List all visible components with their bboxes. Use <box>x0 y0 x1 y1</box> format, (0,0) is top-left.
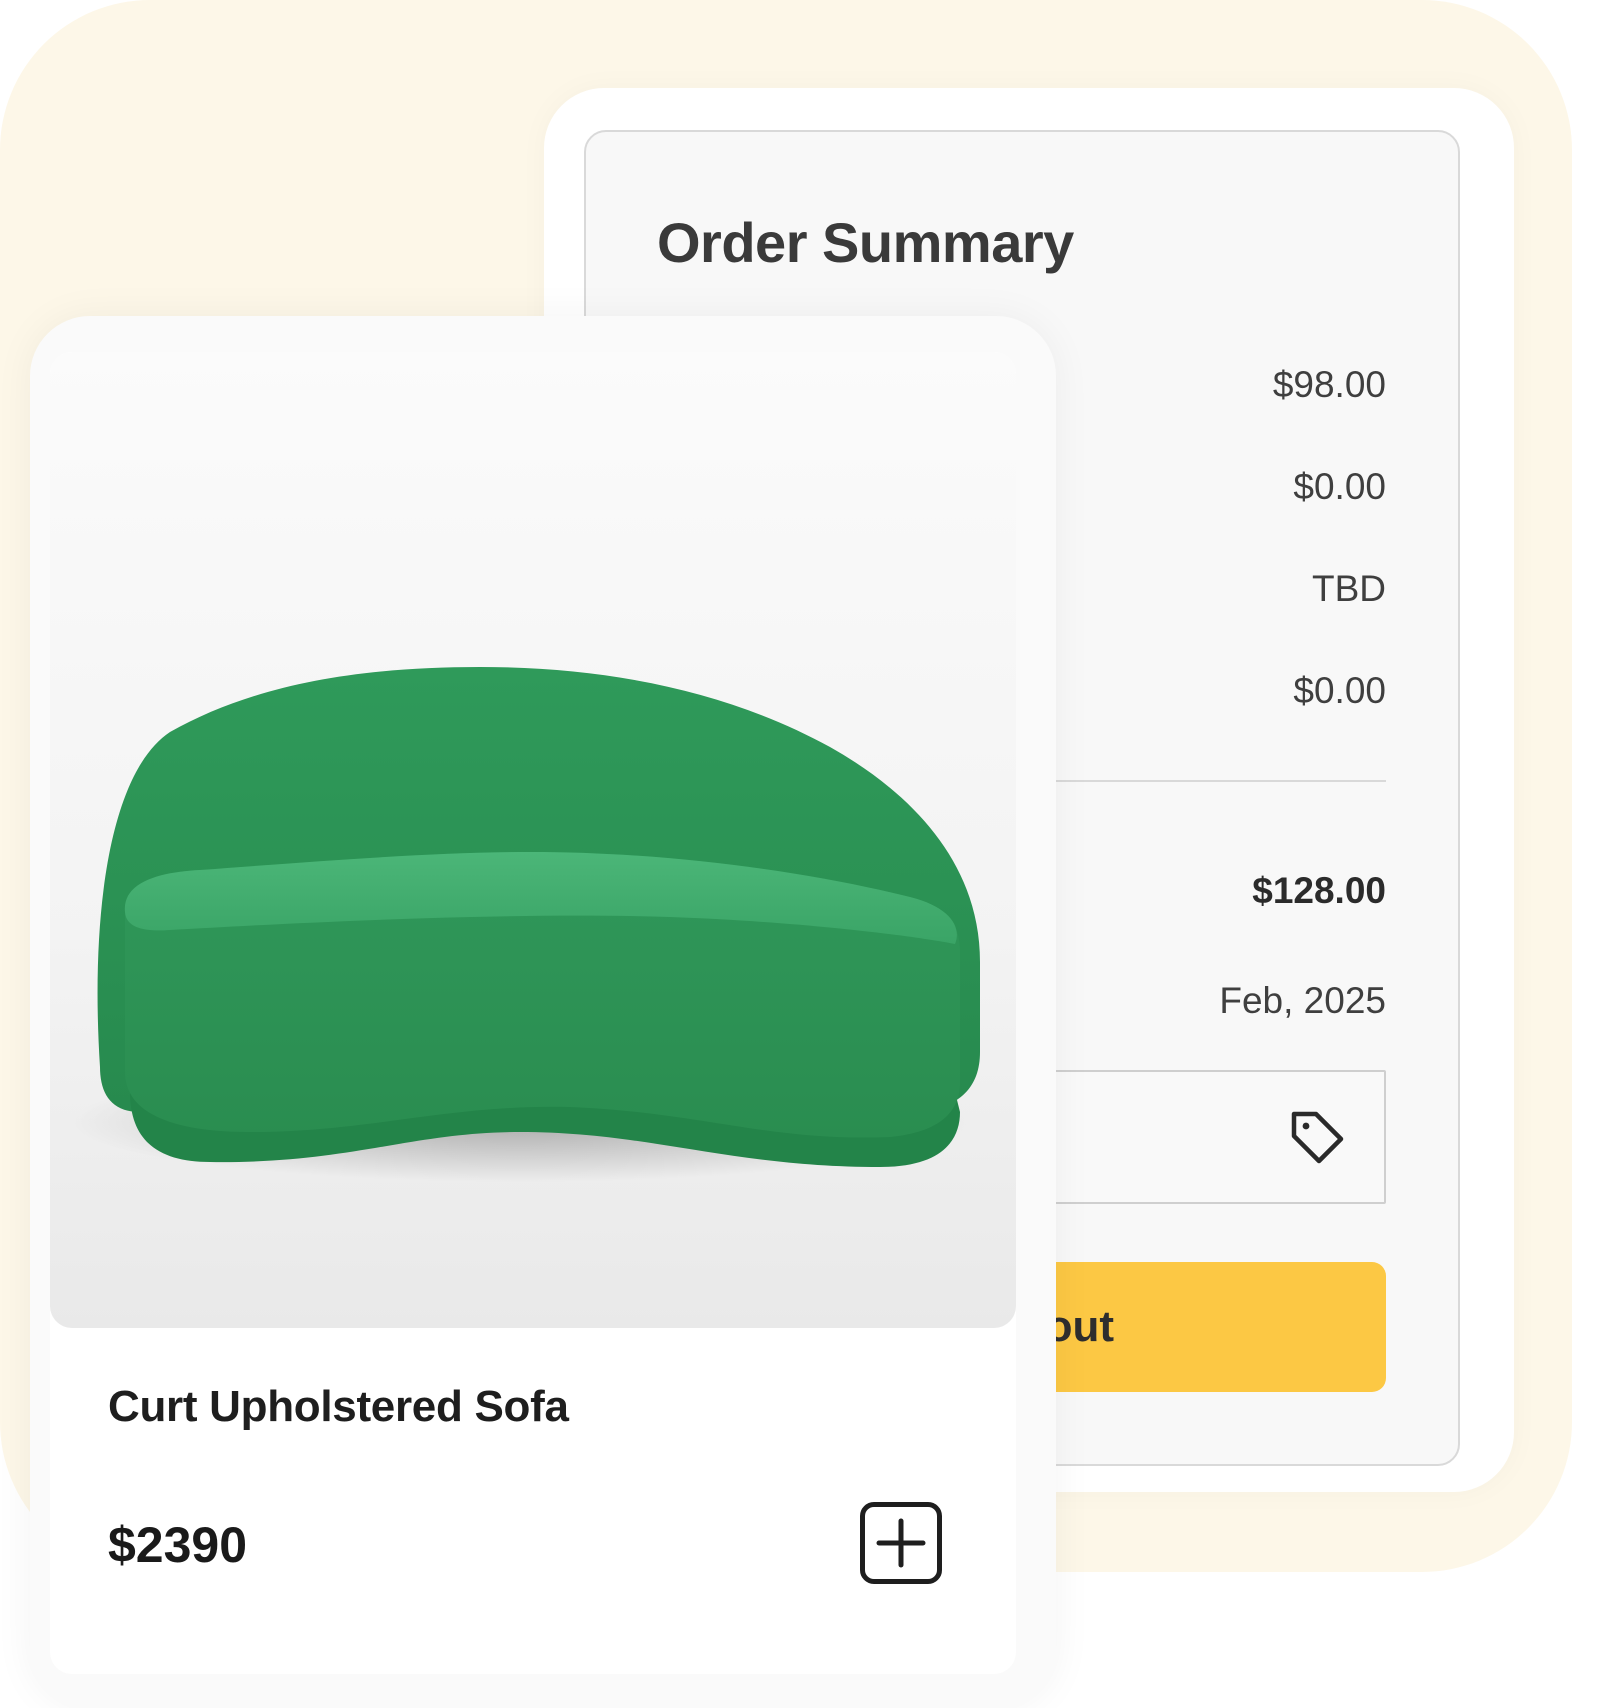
summary-row-value: $0.00 <box>1293 670 1386 711</box>
delivery-date-value: Feb, 2025 <box>1219 980 1386 1021</box>
summary-row-value: $98.00 <box>1272 364 1386 405</box>
summary-row-value: TBD <box>1312 568 1386 609</box>
product-name: Curt Upholstered Sofa <box>108 1382 569 1431</box>
plus-square-icon <box>876 1518 926 1568</box>
product-card-body: Curt Upholstered Sofa $2390 <box>50 352 1016 1674</box>
sofa-illustration <box>70 667 981 1182</box>
product-price: $2390 <box>108 1517 248 1573</box>
summary-row-value: $0.00 <box>1293 466 1386 507</box>
sofa-image <box>50 352 1016 1328</box>
summary-total-value: $128.00 <box>1252 870 1386 911</box>
tag-icon[interactable] <box>1288 1108 1346 1166</box>
add-to-cart-button[interactable] <box>860 1502 942 1584</box>
product-card: Curt Upholstered Sofa $2390 <box>30 316 1056 1708</box>
order-summary-title: Order Summary <box>657 211 1074 274</box>
